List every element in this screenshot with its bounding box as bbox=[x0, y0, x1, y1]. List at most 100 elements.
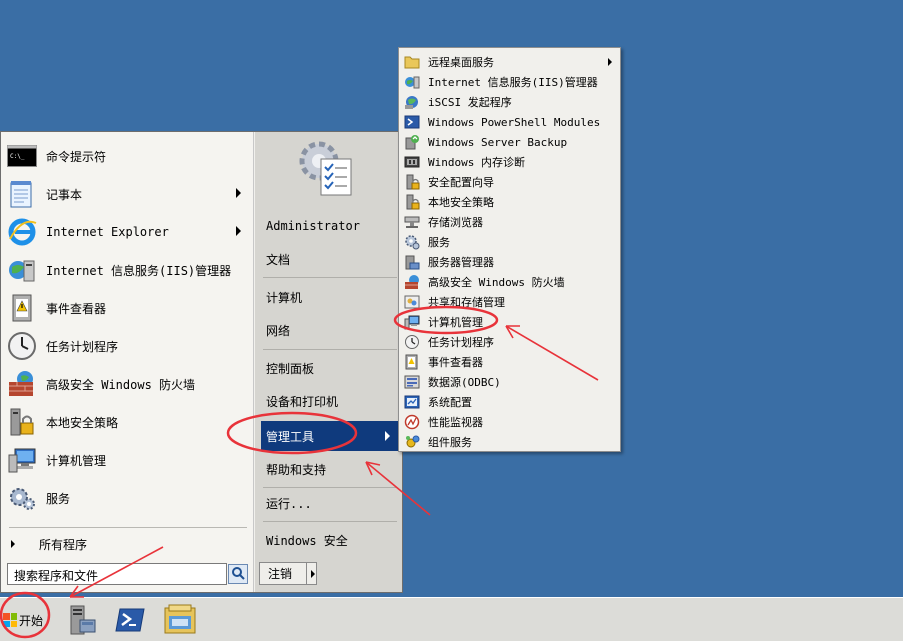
submenu-item-label: 组件服务 bbox=[428, 436, 472, 449]
submenu-item-task-scheduler[interactable]: 任务计划程序 bbox=[401, 332, 618, 352]
iis-icon bbox=[6, 254, 38, 286]
submenu-item-label: 本地安全策略 bbox=[428, 196, 494, 209]
submenu-arrow-icon bbox=[236, 188, 241, 198]
submenu-item-firewall[interactable]: 高级安全 Windows 防火墙 bbox=[401, 272, 618, 292]
taskbar: 开始 bbox=[0, 597, 903, 641]
logoff-button[interactable]: 注销 bbox=[259, 562, 317, 585]
program-command-prompt[interactable]: C:\_ 命令提示符 bbox=[6, 138, 249, 174]
devices-printers-link[interactable]: 设备和打印机 bbox=[261, 388, 398, 414]
search-input[interactable]: 搜索程序和文件 bbox=[7, 563, 227, 585]
program-label: 命令提示符 bbox=[46, 149, 107, 164]
security-wizard-icon bbox=[406, 174, 420, 190]
program-notepad[interactable]: 记事本 bbox=[6, 176, 249, 212]
user-name-link[interactable]: Administrator bbox=[261, 213, 398, 239]
program-internet-explorer[interactable]: Internet Explorer bbox=[6, 214, 249, 250]
search-icon bbox=[231, 566, 245, 583]
submenu-item-label: 安全配置向导 bbox=[428, 176, 494, 189]
submenu-item-memory-diagnostic[interactable]: Windows 内存诊断 bbox=[401, 152, 618, 172]
network-link[interactable]: 网络 bbox=[261, 317, 398, 343]
run-link[interactable]: 运行... bbox=[261, 490, 398, 516]
submenu-item-storage-explorer[interactable]: 存储浏览器 bbox=[401, 212, 618, 232]
submenu-arrow-icon bbox=[385, 431, 390, 441]
taskbar-explorer-button[interactable] bbox=[162, 602, 198, 638]
submenu-item-computer-management[interactable]: 计算机管理 bbox=[401, 312, 618, 332]
start-button[interactable]: 开始 bbox=[2, 606, 49, 634]
ie-icon bbox=[6, 216, 38, 248]
submenu-item-local-security-policy[interactable]: 本地安全策略 bbox=[401, 192, 618, 212]
submenu-item-server-manager[interactable]: 服务器管理器 bbox=[401, 252, 618, 272]
firewall-icon bbox=[405, 275, 419, 289]
program-firewall[interactable]: 高级安全 Windows 防火墙 bbox=[6, 366, 249, 402]
separator bbox=[263, 349, 397, 350]
submenu-item-odbc[interactable]: 数据源(ODBC) bbox=[401, 372, 618, 392]
separator bbox=[263, 277, 397, 278]
security-policy-icon bbox=[406, 194, 420, 210]
submenu-item-event-viewer[interactable]: 事件查看器 bbox=[401, 352, 618, 372]
shutdown-options-button[interactable] bbox=[306, 563, 318, 584]
submenu-item-system-config[interactable]: 系统配置 bbox=[401, 392, 618, 412]
performance-monitor-icon bbox=[404, 414, 420, 430]
program-event-viewer[interactable]: 事件查看器 bbox=[6, 290, 249, 326]
program-label: Internet 信息服务(IIS)管理器 bbox=[46, 263, 232, 278]
computer-management-icon bbox=[404, 315, 420, 330]
cmd-icon: C:\_ bbox=[6, 140, 38, 172]
submenu-item-label: 服务 bbox=[428, 236, 450, 249]
submenu-item-server-backup[interactable]: Windows Server Backup bbox=[401, 132, 618, 152]
submenu-item-services[interactable]: 服务 bbox=[401, 232, 618, 252]
program-task-scheduler[interactable]: 任务计划程序 bbox=[6, 328, 249, 364]
submenu-item-remote-desktop-services[interactable]: 远程桌面服务 bbox=[401, 52, 618, 72]
taskbar-server-manager-button[interactable] bbox=[64, 602, 100, 638]
avatar bbox=[295, 137, 357, 199]
submenu-item-iscsi-initiator[interactable]: iSCSI 发起程序 bbox=[401, 92, 618, 112]
admin-tools-menu-item[interactable]: 管理工具 bbox=[261, 421, 398, 451]
program-services[interactable]: 服务 bbox=[6, 480, 249, 516]
svg-text:C:\_: C:\_ bbox=[10, 153, 25, 160]
powershell-icon bbox=[115, 608, 145, 632]
task-scheduler-icon bbox=[405, 335, 419, 349]
event-viewer-icon bbox=[6, 292, 38, 324]
computer-management-icon bbox=[6, 444, 38, 476]
component-services-icon bbox=[406, 435, 420, 448]
separator bbox=[263, 521, 397, 522]
windows-security-link[interactable]: Windows 安全 bbox=[261, 527, 398, 553]
submenu-item-share-storage-management[interactable]: 共享和存储管理 bbox=[401, 292, 618, 312]
submenu-item-component-services[interactable]: 组件服务 bbox=[401, 432, 618, 452]
submenu-item-security-config-wizard[interactable]: 安全配置向导 bbox=[401, 172, 618, 192]
submenu-item-label: Windows PowerShell Modules bbox=[428, 115, 601, 129]
submenu-item-performance-monitor[interactable]: 性能监视器 bbox=[401, 412, 618, 432]
submenu-arrow-icon bbox=[608, 58, 612, 66]
documents-link[interactable]: 文档 bbox=[261, 246, 398, 272]
computer-link[interactable]: 计算机 bbox=[261, 284, 398, 310]
program-label: 服务 bbox=[46, 491, 71, 506]
all-programs-label: 所有程序 bbox=[39, 537, 88, 552]
program-computer-management[interactable]: 计算机管理 bbox=[6, 442, 249, 478]
help-support-link[interactable]: 帮助和支持 bbox=[261, 456, 398, 482]
all-programs-button[interactable]: 所有程序 bbox=[9, 533, 247, 555]
control-panel-link[interactable]: 控制面板 bbox=[261, 355, 398, 381]
backup-icon bbox=[405, 135, 419, 150]
logoff-label: 注销 bbox=[268, 567, 293, 581]
program-iis-manager[interactable]: Internet 信息服务(IIS)管理器 bbox=[6, 252, 249, 288]
submenu-item-powershell-modules[interactable]: Windows PowerShell Modules bbox=[401, 112, 618, 132]
separator bbox=[263, 487, 397, 488]
submenu-item-iis-manager[interactable]: Internet 信息服务(IIS)管理器 bbox=[401, 72, 618, 92]
share-storage-icon bbox=[404, 295, 420, 309]
program-label: 高级安全 Windows 防火墙 bbox=[46, 377, 196, 392]
submenu-item-label: Internet 信息服务(IIS)管理器 bbox=[428, 76, 598, 89]
program-label: 本地安全策略 bbox=[46, 415, 119, 430]
taskbar-powershell-button[interactable] bbox=[112, 602, 148, 638]
odbc-icon bbox=[404, 375, 420, 389]
program-local-security-policy[interactable]: 本地安全策略 bbox=[6, 404, 249, 440]
submenu-item-label: 共享和存储管理 bbox=[428, 296, 505, 309]
windows-logo-icon bbox=[3, 613, 17, 627]
server-manager-icon bbox=[405, 255, 420, 270]
powershell-icon bbox=[404, 115, 420, 129]
memory-diagnostic-icon bbox=[404, 156, 420, 168]
submenu-item-label: 事件查看器 bbox=[428, 356, 483, 369]
explorer-icon bbox=[164, 604, 196, 634]
start-label: 开始 bbox=[19, 613, 44, 628]
submenu-item-label: iSCSI 发起程序 bbox=[428, 96, 512, 109]
search-button[interactable] bbox=[228, 564, 248, 584]
start-menu-places-pane: Administrator 文档 计算机 网络 控制面板 设备和打印机 管理工具… bbox=[255, 132, 402, 592]
firewall-icon bbox=[6, 368, 38, 400]
